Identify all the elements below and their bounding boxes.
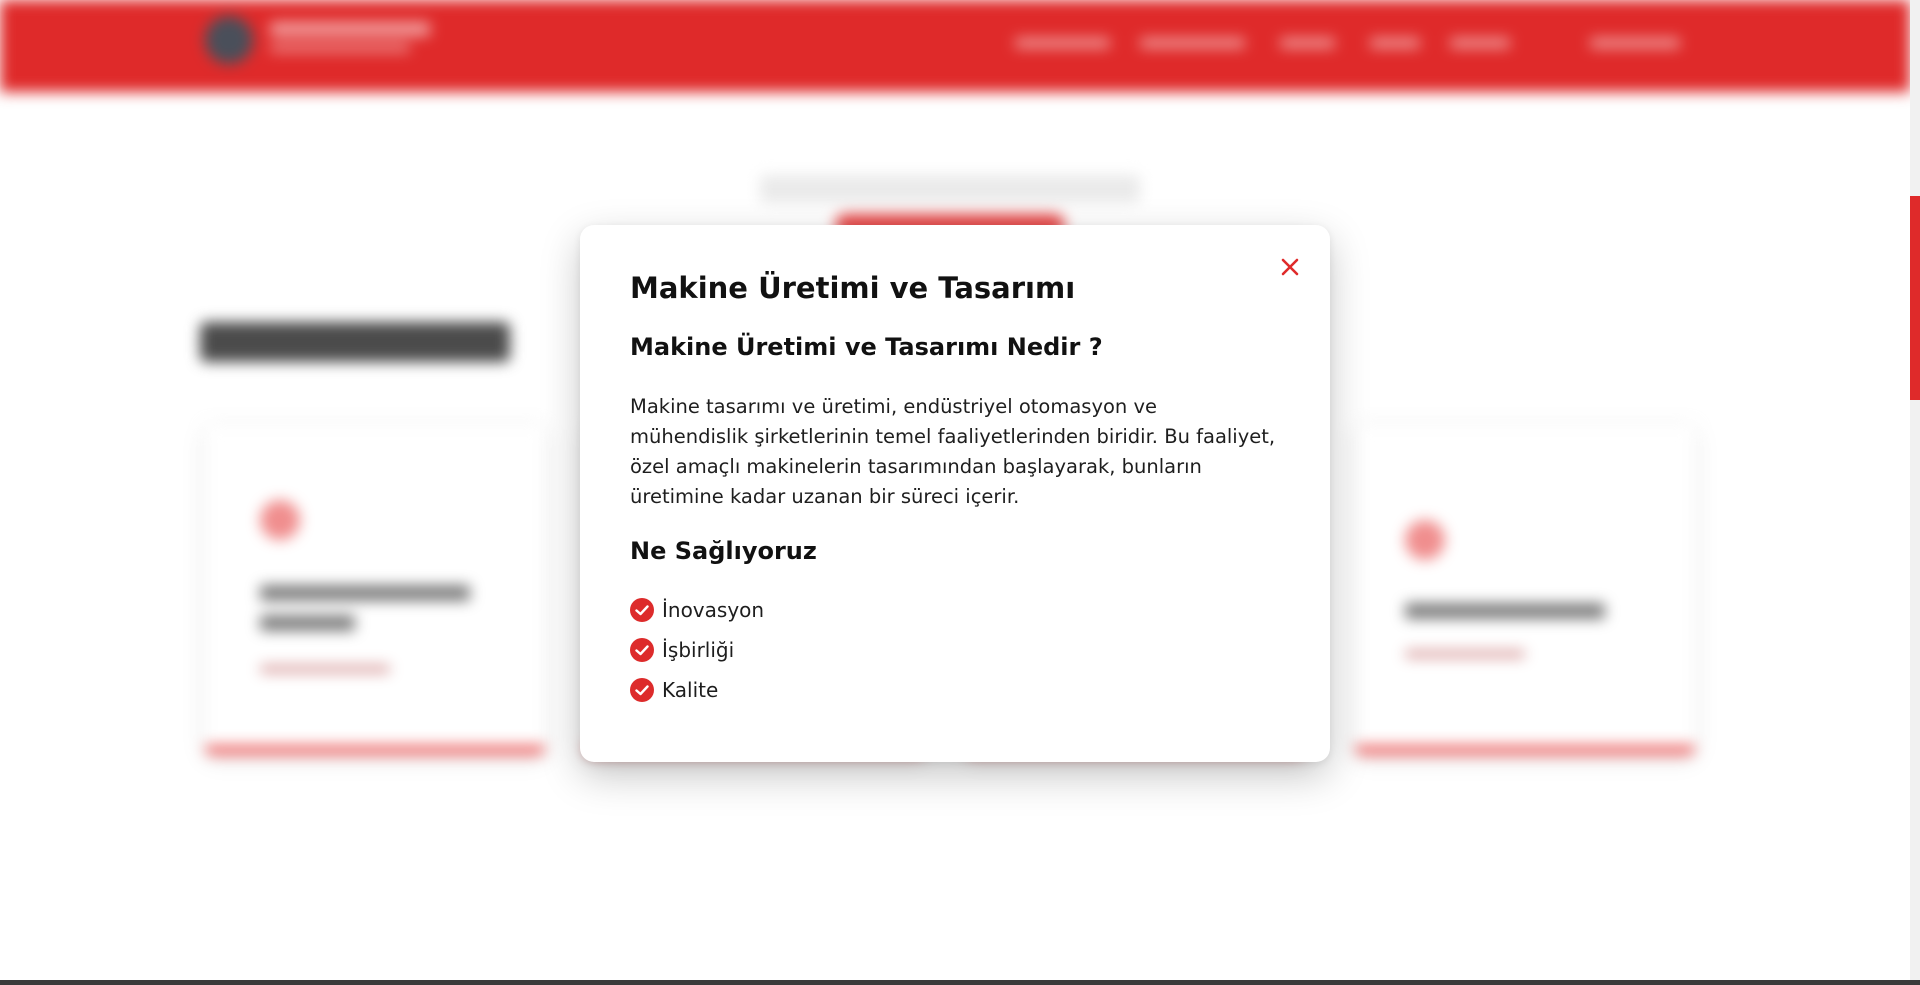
site-logo-text: [270, 22, 430, 36]
service-card: [205, 425, 545, 755]
feature-label: Kalite: [662, 678, 719, 702]
feature-item: İnovasyon: [630, 590, 1280, 630]
site-logo-icon: [205, 16, 253, 64]
nav-item: [1590, 38, 1680, 48]
service-card: [1355, 425, 1695, 755]
nav-item: [1140, 38, 1245, 48]
card-link: [260, 665, 390, 673]
features-list: İnovasyon İşbirliği Kalite: [630, 590, 1280, 710]
card-accent-bar: [205, 745, 545, 755]
service-detail-modal: Makine Üretimi ve Tasarımı Makine Üretim…: [580, 225, 1330, 762]
modal-title: Makine Üretimi ve Tasarımı: [630, 271, 1076, 305]
card-title: [260, 615, 355, 631]
description-line: özel amaçlı makinelerin tasarımından baş…: [630, 455, 1202, 478]
check-circle-icon: [630, 638, 654, 662]
page-scrollbar-track[interactable]: [1910, 0, 1920, 985]
close-icon: [1281, 258, 1299, 276]
nav-item: [1280, 38, 1335, 48]
site-header: [0, 0, 1910, 92]
viewport: Makine Üretimi ve Tasarımı Makine Üretim…: [0, 0, 1920, 985]
description-line: üretimine kadar uzanan bir süreci içerir…: [630, 485, 1020, 508]
features-heading: Ne Sağlıyoruz: [630, 537, 817, 565]
modal-description: Makine tasarımı ve üretimi, endüstriyel …: [630, 392, 1280, 512]
close-button[interactable]: [1278, 255, 1302, 279]
site-logo-subtext: [270, 44, 410, 52]
page-scrollbar-thumb[interactable]: [1910, 196, 1920, 400]
feature-label: İnovasyon: [662, 598, 765, 622]
feature-item: Kalite: [630, 670, 1280, 710]
window-bottom-edge: [0, 980, 1920, 985]
nav-item: [1450, 38, 1510, 48]
feature-label: İşbirliği: [662, 638, 735, 662]
check-circle-icon: [630, 598, 654, 622]
card-title: [260, 585, 470, 601]
check-circle-icon: [630, 678, 654, 702]
nav-item: [1370, 38, 1420, 48]
description-line: mühendislik şirketlerinin temel faaliyet…: [630, 425, 1276, 448]
nav-item: [1015, 38, 1110, 48]
card-link: [1405, 650, 1525, 658]
card-title: [1405, 603, 1605, 619]
section-heading: [200, 322, 510, 362]
feature-item: İşbirliği: [630, 630, 1280, 670]
card-icon: [260, 500, 300, 540]
card-icon: [1405, 520, 1445, 560]
modal-subtitle: Makine Üretimi ve Tasarımı Nedir ?: [630, 333, 1103, 361]
card-accent-bar: [1355, 745, 1695, 755]
hero-heading: [760, 175, 1140, 203]
description-line: Makine tasarımı ve üretimi, endüstriyel …: [630, 395, 1158, 418]
